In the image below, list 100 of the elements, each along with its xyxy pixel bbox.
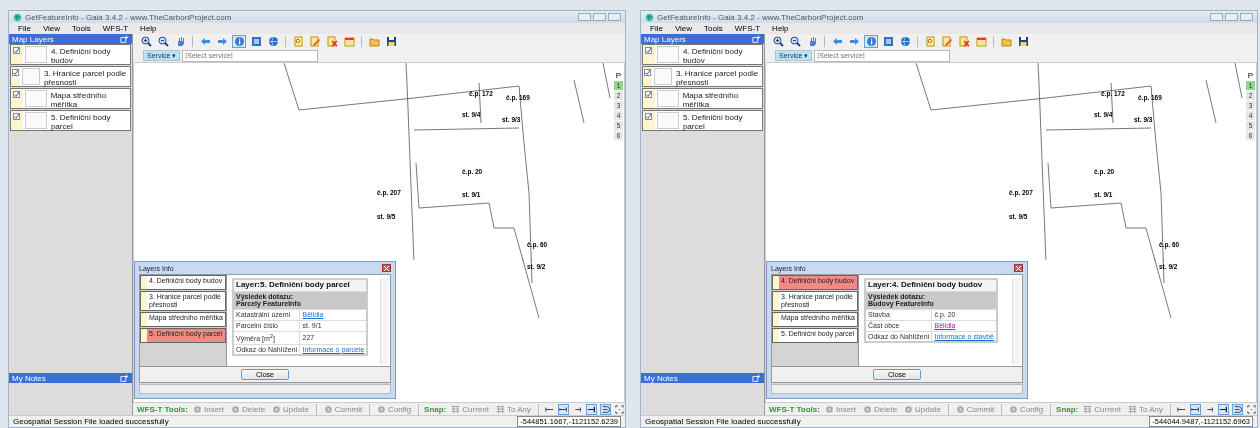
layer-label: 5. Definiční body parcel: [681, 112, 744, 130]
menu-item[interactable]: Tools: [67, 24, 96, 33]
layer-label: 4. Definiční body budov: [49, 46, 112, 64]
checkbox[interactable]: [13, 47, 21, 54]
menu-item[interactable]: View: [669, 24, 698, 33]
document-button[interactable]: [291, 35, 305, 48]
menu-item[interactable]: WFS-T: [729, 24, 766, 33]
scrollbar[interactable]: [1012, 278, 1020, 364]
gear-icon: [904, 404, 914, 414]
extent-button[interactable]: [881, 35, 895, 48]
info-button[interactable]: [232, 35, 246, 48]
right-arrow-button[interactable]: [847, 35, 861, 48]
document-button[interactable]: [957, 35, 971, 48]
checkbox[interactable]: [645, 113, 653, 120]
layer-thumbnail: [654, 68, 672, 85]
toolbar-label: Snap:: [1056, 404, 1079, 414]
layer-heading: Layer:4. Definiční body budov: [865, 279, 997, 292]
layer-item[interactable]: 3. Hranice parcel podle přesnosti: [642, 66, 763, 87]
document-icon: [924, 36, 936, 47]
snap-mode-button[interactable]: [1189, 403, 1201, 415]
layer-item[interactable]: 3. Hranice parcel podle přesnosti: [10, 66, 131, 87]
save-button[interactable]: [1016, 35, 1030, 48]
menu-item[interactable]: Help: [767, 24, 794, 33]
right-arrow-icon: [216, 36, 228, 47]
layer-heading: Layer:5. Definiční body parcel: [233, 279, 368, 292]
layer-label: 3. Hranice parcel podle přesnosti: [42, 68, 128, 86]
layer-label: 3. Hranice parcel podle přesnosti: [674, 68, 760, 86]
layer-label: Mapa středního měřítka: [49, 90, 108, 108]
layer-item[interactable]: 5. Definiční body parcel: [642, 110, 763, 131]
zoom-in-button[interactable]: [771, 35, 785, 48]
layer-item[interactable]: Mapa středního měřítka: [10, 88, 131, 109]
folder-icon: [368, 36, 380, 47]
layer-label: 4. Definiční body budov: [681, 46, 744, 64]
menu-item[interactable]: WFS-T: [97, 24, 134, 33]
pencil-button[interactable]: [940, 35, 954, 48]
layer-item[interactable]: Mapa středního měřítka: [642, 88, 763, 109]
layer-thumbnail: [656, 112, 679, 129]
menu-item[interactable]: Help: [135, 24, 162, 33]
snap-icon: [1176, 404, 1186, 414]
zoom-in-button[interactable]: [139, 35, 153, 48]
left-arrow-icon: [199, 36, 211, 47]
document-button[interactable]: [325, 35, 339, 48]
document-icon: [958, 36, 970, 47]
save-icon: [1017, 36, 1029, 47]
snap-mode-button[interactable]: [1231, 403, 1243, 415]
table-icon: [975, 36, 987, 47]
snap-mode-button[interactable]: [599, 403, 611, 415]
layer-thumbnail: [24, 46, 47, 63]
gear-icon: [955, 404, 965, 414]
panel-title: My Notes: [12, 373, 46, 383]
document-button[interactable]: [923, 35, 937, 48]
left-arrow-button[interactable]: [198, 35, 212, 48]
gear-icon: [377, 404, 387, 414]
gear-icon: [824, 404, 834, 414]
checkbox[interactable]: [645, 47, 653, 54]
table-button[interactable]: [974, 35, 988, 48]
snap-mode-button[interactable]: [557, 403, 569, 415]
close-button[interactable]: [382, 264, 391, 272]
snap-mode-button[interactable]: [585, 403, 597, 415]
zoom-out-button[interactable]: [788, 35, 802, 48]
save-button[interactable]: [384, 35, 398, 48]
window-title: GetFeatureInfo - Gaia 3.4.2 - www.TheCarbonProject.com: [657, 12, 864, 22]
layer-item[interactable]: 5. Definiční body parcel: [10, 110, 131, 131]
checkbox[interactable]: [645, 91, 653, 98]
layer-thumbnail: [656, 90, 679, 107]
layer-item[interactable]: 4. Definiční body budov: [642, 44, 763, 65]
checkbox[interactable]: [644, 69, 652, 76]
table-button[interactable]: [342, 35, 356, 48]
right-arrow-button[interactable]: [215, 35, 229, 48]
info-icon: [865, 36, 877, 47]
checkbox[interactable]: [13, 113, 21, 120]
scrollbar[interactable]: [380, 278, 388, 364]
checkbox[interactable]: [12, 69, 20, 76]
grid-icon: [451, 404, 461, 414]
panel-title: My Notes: [644, 373, 678, 383]
menu-item[interactable]: Tools: [699, 24, 728, 33]
checkbox[interactable]: [13, 91, 21, 98]
pencil-button[interactable]: [308, 35, 322, 48]
snap-icon: [586, 404, 596, 414]
layer-label: 5. Definiční body parcel: [49, 112, 112, 130]
extent-button[interactable]: [249, 35, 263, 48]
add-layer-icon: [752, 34, 761, 44]
globe-button[interactable]: [266, 35, 280, 48]
snap-mode-button[interactable]: [1217, 403, 1229, 415]
globe-button[interactable]: [898, 35, 912, 48]
layer-item[interactable]: 4. Definiční body budov: [10, 44, 131, 65]
menu-item[interactable]: File: [645, 24, 668, 33]
info-icon: [233, 36, 245, 47]
toolbar-label: WFS-T Tools:: [769, 404, 820, 414]
snap-icon: [1247, 404, 1256, 414]
globe-icon: [899, 36, 911, 47]
snap-icon: [558, 404, 568, 414]
close-button[interactable]: [1014, 264, 1023, 272]
menu-item[interactable]: File: [13, 24, 36, 33]
menu-item[interactable]: View: [37, 24, 66, 33]
info-button[interactable]: [864, 35, 878, 48]
zoom-out-button[interactable]: [156, 35, 170, 48]
zoom-out-icon: [789, 36, 801, 47]
left-arrow-button[interactable]: [830, 35, 844, 48]
globe-icon: [267, 36, 279, 47]
